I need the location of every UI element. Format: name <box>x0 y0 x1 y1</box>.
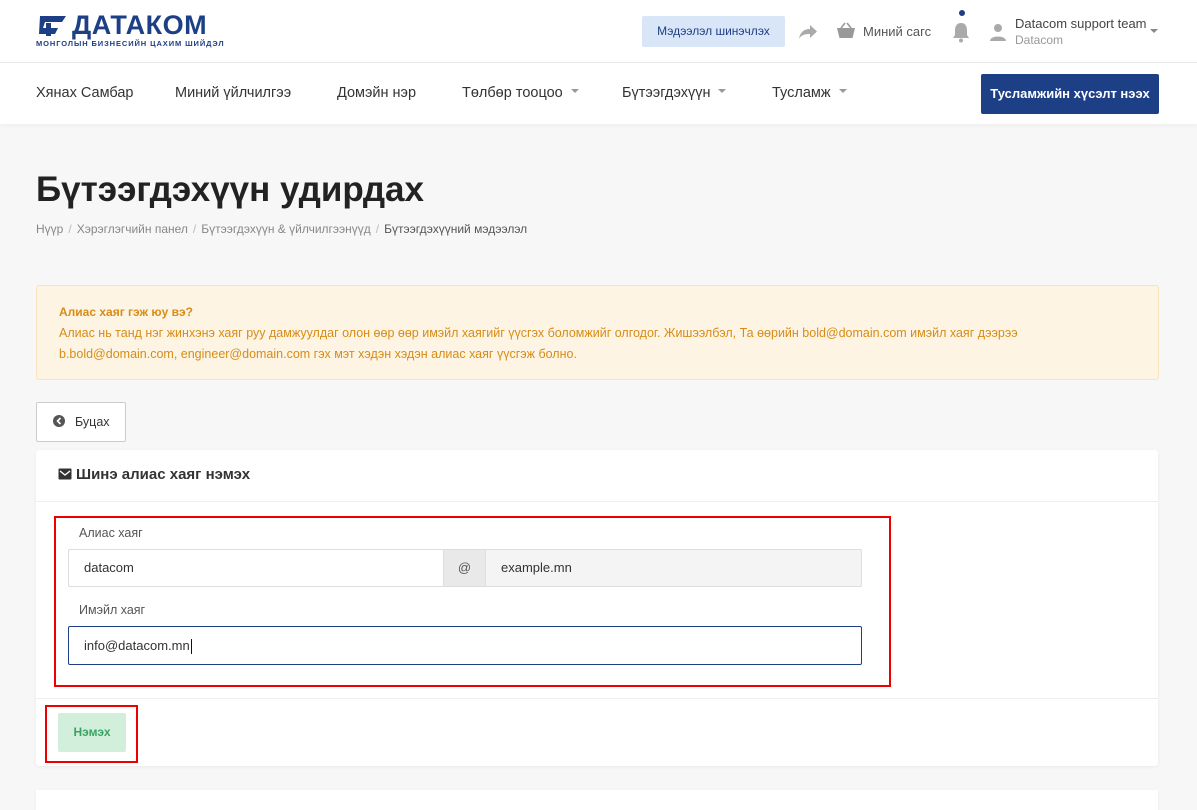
text-cursor <box>190 639 192 655</box>
main-navigation: Хянах Самбар Миний үйлчилгээ Домэйн нэр … <box>0 63 1197 124</box>
nav-item-billing[interactable]: Төлбөр тооцоо <box>462 85 579 101</box>
user-icon <box>990 24 1006 41</box>
brand-name: ДАТАКОМ <box>72 10 208 40</box>
domain-field: example.mn <box>486 549 862 587</box>
card-header: Шинэ алиас хаяг нэмэх <box>36 450 1158 502</box>
breadcrumb-separator: / <box>68 222 72 236</box>
nav-item-label: Төлбөр тооцоо <box>462 85 563 101</box>
back-button[interactable]: Буцах <box>36 402 126 442</box>
top-bar: ДАТАКОМ МОНГОЛЫН БИЗНЕСИЙН ЦАХИМ ШИЙДЭЛ … <box>0 0 1197 63</box>
alias-label: Алиас хаяг <box>79 526 143 540</box>
breadcrumb-client-area[interactable]: Хэрэглэгчийн панел <box>77 222 188 236</box>
email-input-value: info@datacom.mn <box>84 638 190 653</box>
back-button-label: Буцах <box>75 415 110 429</box>
chevron-down-icon <box>570 89 579 94</box>
nav-item-label: Тусламж <box>772 85 831 101</box>
nav-item-label: Бүтээгдэхүүн <box>622 85 711 101</box>
basket-icon <box>837 22 855 38</box>
user-organization: Datacom <box>1015 33 1064 47</box>
alert-body: Алиас нь танд нэг жинхэнэ хаяг руу дамжу… <box>59 326 1018 361</box>
brand-tagline: МОНГОЛЫН БИЗНЕСИЙН ЦАХИМ ШИЙДЭЛ <box>36 39 225 48</box>
email-label: Имэйл хаяг <box>79 603 146 617</box>
nav-item-label: Хянах Самбар <box>36 85 134 101</box>
nav-item-label: Домэйн нэр <box>337 85 417 101</box>
cart-label: Миний сагс <box>863 24 932 39</box>
envelope-icon <box>58 468 72 480</box>
share-icon[interactable] <box>798 24 818 40</box>
refresh-info-button[interactable]: Мэдээлэл шинэчлэх <box>642 16 785 47</box>
next-card <box>36 790 1158 810</box>
breadcrumb: Нүүр / Хэрэглэгчийн панел / Бүтээгдэхүүн & ү… <box>36 222 527 236</box>
add-alias-button[interactable]: Нэмэх <box>58 713 126 752</box>
page-title: Бүтээгдэхүүн удирдах <box>36 170 424 209</box>
open-ticket-button[interactable]: Тусламжийн хүсэлт нээх <box>981 74 1159 114</box>
alert-title: Алиас хаяг гэж юу вэ? <box>59 305 193 319</box>
nav-item-support[interactable]: Тусламж <box>772 85 847 101</box>
divider <box>36 698 1158 699</box>
chevron-down-icon[interactable] <box>1150 29 1158 33</box>
notification-dot <box>959 10 965 16</box>
brand-logo[interactable]: ДАТАКОМ МОНГОЛЫН БИЗНЕСИЙН ЦАХИМ ШИЙДЭЛ <box>36 10 224 52</box>
user-name[interactable]: Datacom support team <box>1015 16 1147 31</box>
alias-input[interactable]: datacom <box>68 549 443 587</box>
bell-icon[interactable] <box>951 20 971 44</box>
email-input[interactable]: info@datacom.mn <box>68 626 862 665</box>
logo-mark-icon <box>39 16 66 36</box>
at-addon: @ <box>443 549 486 587</box>
breadcrumb-separator: / <box>192 222 197 236</box>
chevron-down-icon <box>838 89 847 94</box>
breadcrumb-separator: / <box>375 222 380 236</box>
arrow-left-circle-icon <box>53 415 65 427</box>
nav-item-products[interactable]: Бүтээгдэхүүн <box>622 85 727 101</box>
breadcrumb-current: Бүтээгдэхүүний мэдээлэл <box>384 222 528 236</box>
breadcrumb-products-services[interactable]: Бүтээгдэхүүн & үйлчилгээнүүд <box>201 222 371 236</box>
chevron-down-icon <box>718 89 727 94</box>
nav-item-my-services[interactable]: Миний үйлчилгээ <box>175 85 291 101</box>
breadcrumb-home[interactable]: Нүүр <box>36 222 63 236</box>
nav-item-dashboard[interactable]: Хянах Самбар <box>36 85 133 101</box>
nav-item-label: Миний үйлчилгээ <box>175 85 292 101</box>
card-title: Шинэ алиас хаяг нэмэх <box>76 466 251 483</box>
info-alert: Алиас хаяг гэж юу вэ? Алиас нь танд нэг … <box>36 285 1159 380</box>
add-alias-card: Шинэ алиас хаяг нэмэх Алиас хаяг datacom… <box>36 450 1158 766</box>
nav-item-domains[interactable]: Домэйн нэр <box>337 85 416 101</box>
